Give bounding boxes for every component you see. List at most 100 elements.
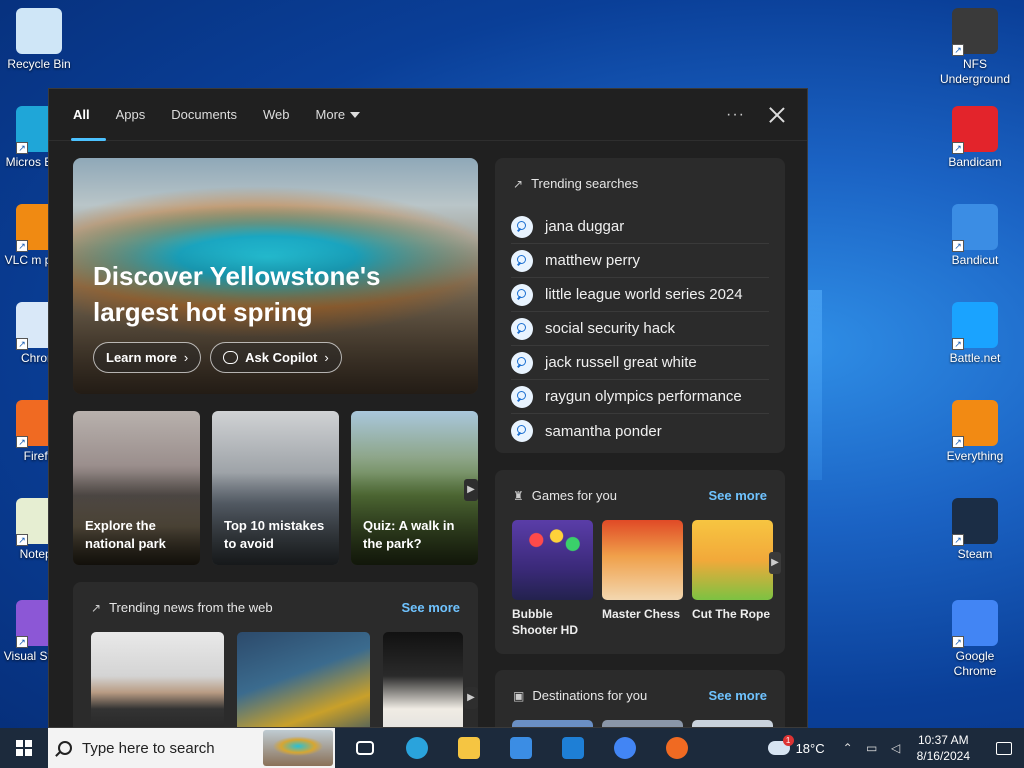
desktop-icon[interactable]: ↗ Bandicut: [936, 204, 1014, 268]
trending-search-text: social security hack: [545, 320, 676, 337]
volume-muted-icon[interactable]: ◁: [887, 741, 905, 755]
taskbar-apps: [341, 728, 701, 768]
trending-search-item[interactable]: little league world series 2024: [511, 278, 769, 312]
trending-search-item[interactable]: jana duggar: [511, 210, 769, 244]
desktop-icon[interactable]: ↗ Google Chrome: [936, 600, 1014, 679]
destination-image[interactable]: [512, 720, 593, 727]
game-thumbnail: [692, 520, 773, 600]
battlenet-icon: ↗: [952, 302, 998, 350]
windows-logo-icon: [16, 740, 32, 756]
search-icon: [511, 385, 533, 408]
store-icon: [510, 737, 532, 759]
tab-more-label: More: [315, 106, 346, 122]
desktop-icon-label: Bandicam: [948, 155, 1002, 169]
desktop-icon-label: Steam: [957, 547, 993, 561]
destination-image[interactable]: [692, 720, 773, 727]
trending-searches-list: jana duggar matthew perry little league wo…: [511, 210, 769, 448]
desktop-icon[interactable]: ↗ Everything: [936, 400, 1014, 464]
trending-searches-section: ↗ Trending searches jana duggar matthew p…: [495, 158, 785, 453]
desktop-icon[interactable]: ↗ NFS Underground: [936, 8, 1014, 87]
desktop-icon[interactable]: ↗ Steam: [936, 498, 1014, 562]
tab-documents[interactable]: Documents: [171, 89, 237, 141]
trending-news-header: ↗ Trending news from the web: [91, 600, 273, 615]
trending-search-item[interactable]: matthew perry: [511, 244, 769, 278]
shortcut-arrow-icon: ↗: [16, 534, 28, 546]
taskbar-search-box[interactable]: Type here to search: [48, 728, 335, 768]
hero-related-cards: Explore the national park Top 10 mistake…: [73, 411, 478, 565]
trending-news-title: Trending news from the web: [109, 600, 273, 615]
news-see-more-link[interactable]: See more: [401, 600, 460, 615]
taskbar-app-edge[interactable]: [393, 728, 441, 768]
taskbar-app-task-view[interactable]: [341, 728, 389, 768]
clock[interactable]: 10:37 AM 8/16/2024: [917, 732, 970, 764]
game-cut-the-rope[interactable]: Cut The Rope: [692, 520, 773, 638]
notification-icon: [996, 741, 1012, 755]
shortcut-arrow-icon: ↗: [16, 436, 28, 448]
trending-search-item[interactable]: social security hack: [511, 312, 769, 346]
ask-copilot-label: Ask Copilot: [245, 350, 318, 365]
trending-search-text: jack russell great white: [545, 354, 697, 371]
taskbar-app-file-explorer[interactable]: [445, 728, 493, 768]
destinations-see-more-link[interactable]: See more: [708, 688, 767, 703]
bandicam-icon: ↗: [952, 106, 998, 154]
desktop-icon[interactable]: Recycle Bin: [0, 8, 78, 72]
network-icon[interactable]: ▭: [863, 741, 881, 755]
search-tabs: All Apps Documents Web More ···: [49, 89, 807, 141]
desktop-icon[interactable]: ↗ Bandicam: [936, 106, 1014, 170]
start-button[interactable]: [0, 728, 48, 768]
game-master-chess[interactable]: Master Chess: [602, 520, 683, 638]
shortcut-arrow-icon: ↗: [16, 636, 28, 648]
trending-search-item[interactable]: samantha ponder: [511, 414, 769, 448]
games-list: Bubble Shooter HD Master Chess Cut The R…: [512, 520, 773, 638]
desktop-icon[interactable]: ↗ Battle.net: [936, 302, 1014, 366]
game-name: Cut The Rope: [692, 607, 770, 621]
trending-search-item[interactable]: raygun olympics performance: [511, 380, 769, 414]
search-icon: [511, 317, 533, 340]
taskbar-app-mail[interactable]: [549, 728, 597, 768]
search-icon: [511, 420, 533, 442]
learn-more-button[interactable]: Learn more ›: [93, 342, 202, 373]
games-see-more-link[interactable]: See more: [708, 488, 767, 503]
taskbar-app-store[interactable]: [497, 728, 545, 768]
game-bubble-shooter[interactable]: Bubble Shooter HD: [512, 520, 593, 638]
destination-image[interactable]: [602, 720, 683, 727]
tab-web[interactable]: Web: [263, 89, 290, 141]
trending-search-item[interactable]: jack russell great white: [511, 346, 769, 380]
taskbar-app-firefox[interactable]: [653, 728, 701, 768]
card-explore-park[interactable]: Explore the national park: [73, 411, 200, 565]
news-image[interactable]: [91, 632, 224, 727]
tab-apps[interactable]: Apps: [116, 89, 146, 141]
weather-widget[interactable]: 1 18°C: [767, 735, 825, 756]
chat-bubble-icon: [223, 351, 239, 364]
games-next-arrow-icon[interactable]: ▶: [769, 552, 781, 574]
taskbar-app-chrome[interactable]: [601, 728, 649, 768]
ask-copilot-button[interactable]: Ask Copilot ›: [210, 342, 342, 373]
chevron-up-icon[interactable]: ⌃: [839, 741, 857, 755]
shortcut-arrow-icon: ↗: [16, 338, 28, 350]
game-controller-icon: ♜: [513, 488, 524, 503]
news-image[interactable]: [383, 632, 463, 727]
shortcut-arrow-icon: ↗: [16, 142, 28, 154]
news-next-arrow-icon[interactable]: ▶: [464, 687, 478, 709]
bandicut-icon: ↗: [952, 204, 998, 252]
cards-next-arrow-icon[interactable]: ▶: [464, 479, 478, 501]
notifications-button[interactable]: [984, 728, 1024, 768]
search-highlight-image[interactable]: [263, 730, 333, 766]
shortcut-arrow-icon: ↗: [952, 240, 964, 252]
card-quiz[interactable]: Quiz: A walk in the park?: [351, 411, 478, 565]
tab-more[interactable]: More: [316, 89, 361, 141]
shortcut-arrow-icon: ↗: [952, 636, 964, 648]
card-top-mistakes[interactable]: Top 10 mistakes to avoid: [212, 411, 339, 565]
more-options-button[interactable]: ···: [726, 106, 745, 124]
weather-temp: 18°C: [795, 740, 825, 756]
game-name: Bubble Shooter HD: [512, 607, 578, 637]
recycle-bin-icon: [16, 8, 62, 54]
chrome-icon: ↗: [952, 600, 998, 648]
shortcut-arrow-icon: ↗: [952, 338, 964, 350]
destinations-title: Destinations for you: [532, 688, 648, 703]
close-icon[interactable]: [769, 107, 785, 123]
destinations-section: ▣ Destinations for you See more: [495, 670, 785, 727]
tab-all[interactable]: All: [71, 89, 105, 141]
hero-card[interactable]: Discover Yellowstone's largest hot sprin…: [73, 158, 478, 394]
news-image[interactable]: [237, 632, 370, 727]
